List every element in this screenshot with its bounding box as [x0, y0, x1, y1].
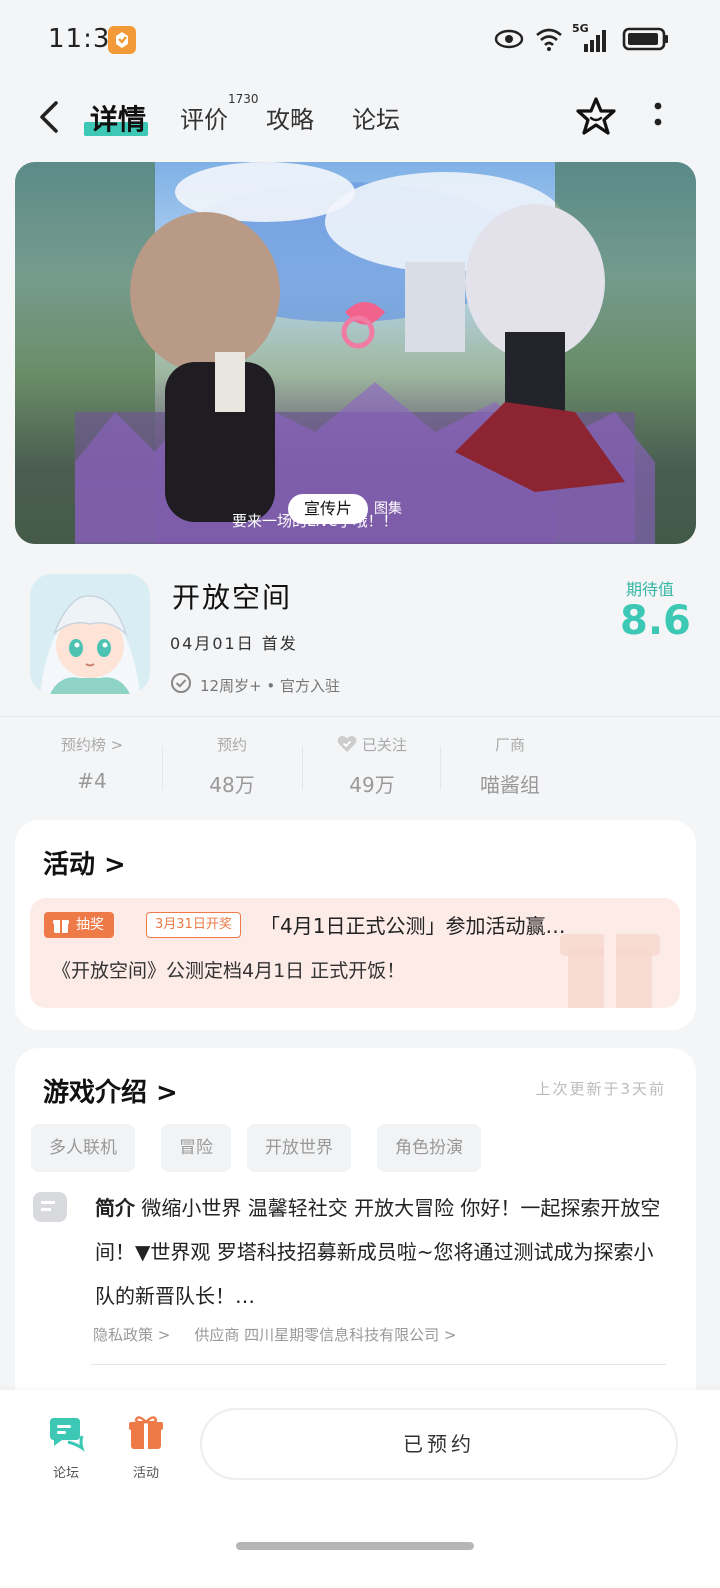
stat-reservations: 预约 48万	[162, 734, 302, 798]
expectation-label: 期待值	[626, 580, 675, 599]
tab-details[interactable]: 详情	[90, 98, 146, 138]
home-indicator[interactable]	[236, 1542, 474, 1550]
draw-date-tag: 3月31日开奖	[146, 912, 241, 938]
intro-description[interactable]: 简介 微缩小世界 温馨轻社交 开放大冒险 你好！一起探索开放空间！▼世界观 罗塔…	[95, 1186, 665, 1318]
heart-check-icon	[337, 736, 357, 752]
check-circle-icon	[170, 672, 192, 698]
intro-links: 隐私政策 > 供应商 四川星期零信息科技有限公司 >	[93, 1324, 456, 1345]
video-subtitle: 要来一场的Live了哦！！	[232, 512, 398, 530]
status-icons: 5G	[494, 22, 670, 56]
game-title: 开放空间	[172, 581, 293, 614]
genre-tag[interactable]: 多人联机	[31, 1124, 135, 1172]
back-button[interactable]	[36, 100, 66, 136]
intro-body: 微缩小世界 温馨轻社交 开放大冒险 你好！一起探索开放空间！▼世界观 罗塔科技招…	[95, 1196, 661, 1308]
stat-value: 喵酱组	[480, 773, 540, 797]
activity-label: 活动	[132, 1466, 159, 1481]
review-count: 1730	[228, 92, 259, 106]
privacy-policy-link[interactable]: 隐私政策 >	[93, 1324, 170, 1345]
last-updated: 上次更新于3天前	[535, 1080, 666, 1098]
lottery-badge-label: 抽奖	[76, 917, 104, 933]
tab-guides[interactable]: 攻略	[266, 100, 314, 135]
chat-bubble-icon	[50, 1418, 85, 1452]
battery-icon	[622, 26, 670, 56]
intro-divider	[91, 1364, 666, 1365]
genre-tag[interactable]: 开放世界	[247, 1124, 351, 1172]
section-divider	[0, 716, 720, 717]
activity-shortcut[interactable]: 活动	[116, 1412, 176, 1481]
verification-row: 12周岁+ • 官方入驻	[170, 672, 340, 698]
wifi-icon	[534, 26, 564, 56]
stat-value: 48万	[209, 773, 255, 797]
activity-title: 「4月1日正式公测」参加活动赢…	[260, 914, 566, 938]
genre-tag[interactable]: 角色扮演	[377, 1124, 481, 1172]
intro-lead: 简介	[95, 1196, 135, 1220]
expectation-score: 8.6	[620, 598, 691, 644]
stat-label: 厂商	[494, 736, 525, 754]
activity-section-title[interactable]: 活动 >	[43, 844, 126, 881]
activity-promo[interactable]: 抽奖 3月31日开奖 「4月1日正式公测」参加活动赢… 《开放空间》公测定档4月…	[30, 898, 680, 1008]
intro-section-title[interactable]: 游戏介绍 >	[43, 1072, 178, 1109]
supplier-link[interactable]: 供应商 四川星期零信息科技有限公司 >	[194, 1324, 456, 1345]
stat-reservation-rank[interactable]: 预约榜 > #4	[22, 734, 162, 793]
genre-tag[interactable]: 冒险	[161, 1124, 231, 1172]
age-rating-label: 12周岁+ • 官方入驻	[200, 676, 341, 695]
more-options-button[interactable]	[650, 100, 666, 136]
status-bar: 11:30 5G	[0, 0, 720, 80]
gift-icon	[129, 1416, 163, 1449]
lottery-badge: 抽奖	[44, 912, 114, 938]
stat-developer[interactable]: 厂商 喵酱组	[440, 734, 580, 798]
activity-card: 活动 > 抽奖 3月31日开奖 「4月1日正式公测」参加活动赢… 《开放空间》公…	[15, 820, 696, 1030]
hero-video-banner[interactable]	[15, 162, 696, 544]
hero-artwork	[15, 162, 696, 544]
stat-value: #4	[77, 769, 107, 793]
forum-label: 论坛	[52, 1466, 79, 1481]
release-date: 04月01日 首发	[170, 634, 298, 653]
reserved-button[interactable]: 已预约	[200, 1408, 678, 1480]
stat-label: 预约榜 >	[60, 736, 124, 754]
tab-forum[interactable]: 论坛	[352, 100, 400, 135]
notification-app-icon	[108, 26, 136, 54]
eye-icon	[494, 28, 524, 54]
game-app-icon	[30, 574, 150, 694]
gift-icon	[53, 920, 69, 933]
stat-label: 预约	[216, 736, 247, 754]
bottom-action-bar: 论坛 活动 已预约	[0, 1390, 720, 1588]
follow-star-button[interactable]	[576, 96, 616, 140]
stat-followers[interactable]: 已关注 49万	[302, 734, 442, 798]
forum-shortcut[interactable]: 论坛	[36, 1412, 96, 1481]
game-intro-card: 游戏介绍 > 上次更新于3天前 多人联机 冒险 开放世界 角色扮演 简介 微缩小…	[15, 1048, 696, 1408]
game-detail-page: 11:30 5G 详情 评价 1730 攻略 论坛 宣传片 图集 要来一场的Li…	[0, 0, 720, 1588]
tab-reviews[interactable]: 评价	[180, 100, 228, 135]
stat-value: 49万	[349, 773, 395, 797]
signal-icon: 5G	[572, 22, 612, 54]
document-icon	[33, 1192, 67, 1222]
activity-description: 《开放空间》公测定档4月1日 正式开饭！	[52, 960, 406, 982]
stat-label-text: 已关注	[361, 736, 407, 754]
stat-label: 已关注	[302, 734, 442, 755]
gift-watermark-icon	[560, 934, 660, 1008]
